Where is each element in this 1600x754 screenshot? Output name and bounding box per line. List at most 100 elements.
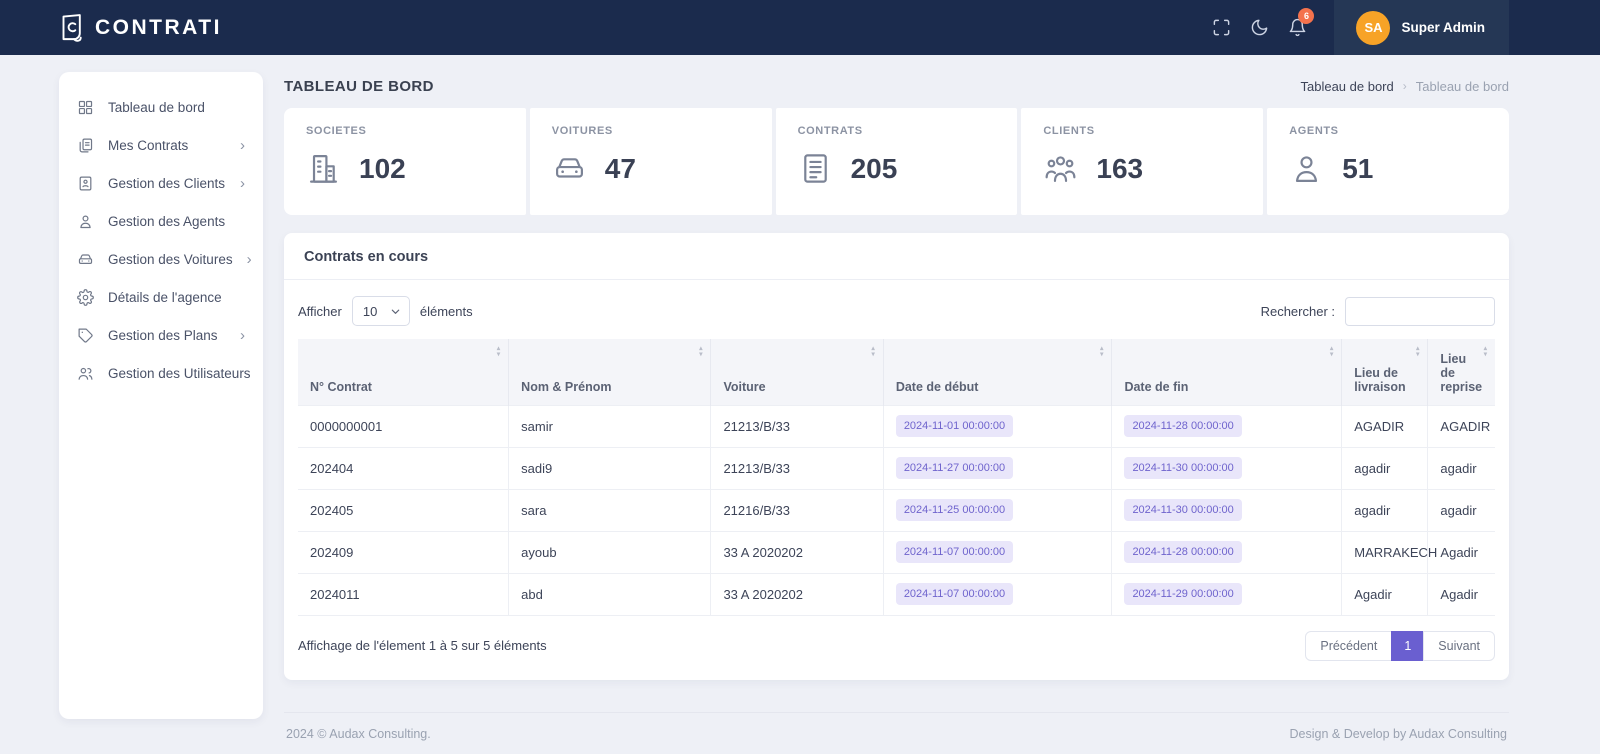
start-date-cell: 2024-11-01 00:00:00 (883, 405, 1112, 447)
client-name-cell: sadi9 (509, 447, 711, 489)
column-header[interactable]: Date de début▴▾ (883, 339, 1112, 405)
sidebar-item-gestion-des-agents[interactable]: Gestion des Agents (59, 202, 263, 240)
sidebar-item-label: Tableau de bord (108, 100, 205, 115)
breadcrumb-link[interactable]: Tableau de bord (1301, 79, 1394, 94)
return-place-cell: agadir (1428, 447, 1495, 489)
dark-mode-button[interactable] (1240, 0, 1278, 55)
column-header[interactable]: Lieu de reprise▴▾ (1428, 339, 1495, 405)
start-date-cell: 2024-11-07 00:00:00 (883, 573, 1112, 615)
car-cell: 33 A 2020202 (711, 573, 883, 615)
pagination-prev-button[interactable]: Précédent (1305, 631, 1392, 661)
notification-count-badge: 6 (1298, 8, 1314, 24)
stat-label: CLIENTS (1043, 125, 1241, 137)
end-date-cell: 2024-11-28 00:00:00 (1112, 531, 1342, 573)
car-icon (552, 151, 587, 186)
table-row: 202404sadi921213/B/332024-11-27 00:00:00… (298, 447, 1495, 489)
sidebar-item-label: Gestion des Agents (108, 214, 225, 229)
sidebar-item-gestion-des-voitures[interactable]: Gestion des Voitures› (59, 240, 263, 278)
dashboard-grid-icon (77, 99, 94, 116)
breadcrumb-current: Tableau de bord (1416, 79, 1509, 94)
column-header-label: Voiture (723, 380, 765, 394)
stat-label: VOITURES (552, 125, 750, 137)
table-controls: Afficher 10 éléments Rechercher : (284, 280, 1509, 339)
client-name-cell: sara (509, 489, 711, 531)
date-badge: 2024-11-01 00:00:00 (896, 415, 1013, 437)
stat-card-societes: SOCIETES 102 (284, 108, 526, 215)
column-header-label: Lieu de reprise (1440, 352, 1482, 394)
pagination: Précédent 1 Suivant (1305, 631, 1495, 661)
chevron-right-icon: › (240, 176, 245, 191)
user-menu[interactable]: SA Super Admin (1334, 0, 1509, 55)
table-row: 202405sara21216/B/332024-11-25 00:00:002… (298, 489, 1495, 531)
stat-card-clients: CLIENTS163 (1021, 108, 1263, 215)
table-row: 202409ayoub33 A 20202022024-11-07 00:00:… (298, 531, 1495, 573)
agent-icon (1289, 151, 1324, 186)
car-cell: 21216/B/33 (711, 489, 883, 531)
column-header[interactable]: Date de fin▴▾ (1112, 339, 1342, 405)
stat-value: 102 (359, 153, 406, 185)
stat-label: CONTRATS (798, 125, 996, 137)
sidebar-item-tableau-de-bord[interactable]: Tableau de bord (59, 88, 263, 126)
stat-card-voitures: VOITURES47 (530, 108, 772, 215)
sidebar-item-label: Gestion des Plans (108, 328, 218, 343)
column-header[interactable]: Lieu de livraison▴▾ (1342, 339, 1428, 405)
delivery-place-cell: MARRAKECH (1342, 531, 1428, 573)
search-label: Rechercher : (1261, 304, 1335, 319)
delivery-place-cell: agadir (1342, 489, 1428, 531)
car-cell: 33 A 2020202 (711, 531, 883, 573)
return-place-cell: agadir (1428, 489, 1495, 531)
sidebar-item-mes-contrats[interactable]: Mes Contrats› (59, 126, 263, 164)
stat-label: SOCIETES (306, 125, 504, 137)
stat-value: 205 (851, 153, 898, 185)
date-badge: 2024-11-07 00:00:00 (896, 583, 1013, 605)
return-place-cell: AGADIR (1428, 405, 1495, 447)
sidebar-item-gestion-des-clients[interactable]: Gestion des Clients › (59, 164, 263, 202)
main-content: TABLEAU DE BORD Tableau de bord › Tablea… (284, 55, 1509, 754)
tag-icon (77, 327, 94, 344)
sort-icon: ▴▾ (497, 346, 500, 357)
delivery-place-cell: Agadir (1342, 573, 1428, 615)
start-date-cell: 2024-11-07 00:00:00 (883, 531, 1112, 573)
pagination-next-button[interactable]: Suivant (1423, 631, 1495, 661)
sidebar-item-details-de-l-agence[interactable]: Détails de l'agence (59, 278, 263, 316)
top-navbar: CONTRATI 6 SA Super Admin (0, 0, 1600, 55)
sidebar-item-gestion-des-utilisateurs[interactable]: Gestion des Utilisateurs (59, 354, 263, 392)
pagination-page-1-button[interactable]: 1 (1391, 631, 1424, 661)
page-footer: 2024 © Audax Consulting. Design & Develo… (284, 712, 1509, 754)
date-badge: 2024-11-30 00:00:00 (1124, 499, 1241, 521)
sidebar-item-gestion-des-plans[interactable]: Gestion des Plans › (59, 316, 263, 354)
column-header-label: Lieu de livraison (1354, 366, 1405, 394)
stats-row: SOCIETES 102 VOITURES47 CONTRATS 205 CLIENTS1… (284, 108, 1509, 215)
search-input[interactable] (1345, 297, 1495, 326)
column-header[interactable]: Voiture▴▾ (711, 339, 883, 405)
contrati-logo-icon (59, 13, 86, 43)
contract-number-cell: 202404 (298, 447, 509, 489)
column-header[interactable]: Nom & Prénom▴▾ (509, 339, 711, 405)
column-header-label: Nom & Prénom (521, 380, 611, 394)
brand-logo[interactable]: CONTRATI (59, 13, 222, 43)
date-badge: 2024-11-30 00:00:00 (1124, 457, 1241, 479)
column-header[interactable]: N° Contrat ▴▾ (298, 339, 509, 405)
avatar: SA (1356, 11, 1390, 45)
breadcrumb-separator-icon: › (1403, 79, 1407, 93)
return-place-cell: Agadir (1428, 531, 1495, 573)
date-badge: 2024-11-25 00:00:00 (896, 499, 1013, 521)
chevron-right-icon: › (240, 328, 245, 343)
column-header-label: Date de début (896, 380, 979, 394)
fullscreen-button[interactable] (1202, 0, 1240, 55)
sidebar-item-label: Gestion des Clients (108, 176, 225, 191)
column-header-label: N° Contrat (310, 380, 372, 394)
breadcrumb: Tableau de bord › Tableau de bord (1301, 79, 1510, 94)
table-row: 0000000001samir21213/B/332024-11-01 00:0… (298, 405, 1495, 447)
page-length-control: Afficher 10 éléments (298, 296, 473, 326)
end-date-cell: 2024-11-30 00:00:00 (1112, 447, 1342, 489)
moon-icon (1250, 18, 1269, 37)
page-header: TABLEAU DE BORD Tableau de bord › Tablea… (284, 71, 1509, 101)
clients-group-icon (1043, 151, 1078, 186)
car-cell: 21213/B/33 (711, 405, 883, 447)
credit-text: Design & Develop by Audax Consulting (1290, 727, 1508, 754)
user-name: Super Admin (1401, 20, 1485, 35)
contract-number-cell: 2024011 (298, 573, 509, 615)
page-size-select[interactable]: 10 (352, 296, 410, 326)
notifications-button[interactable]: 6 (1278, 0, 1316, 55)
